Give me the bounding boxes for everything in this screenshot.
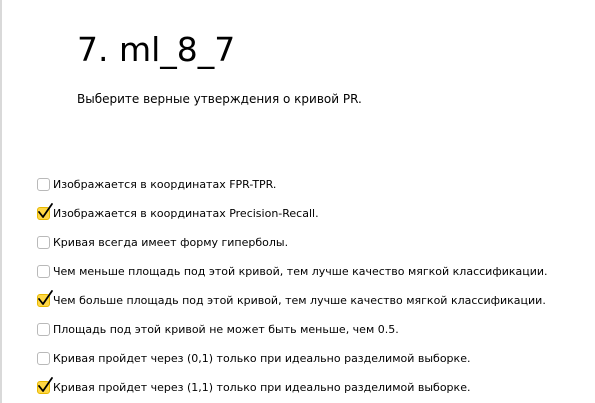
option-6-label: Площадь под этой кривой не может быть ме… — [53, 322, 399, 336]
option-8[interactable]: Кривая пройдет через (1,1) только при ид… — [37, 373, 548, 402]
checkmark-icon — [38, 290, 53, 305]
option-1-checkbox[interactable] — [37, 178, 50, 191]
option-6[interactable]: Площадь под этой кривой не может быть ме… — [37, 315, 548, 344]
option-4-label: Чем меньше площадь под этой кривой, тем … — [53, 264, 548, 278]
option-1-label: Изображается в координатах FPR-TPR. — [53, 177, 277, 191]
page-title: 7. ml_8_7 — [77, 30, 236, 70]
left-border — [0, 0, 2, 403]
option-7-label: Кривая пройдет через (0,1) только при ид… — [53, 351, 471, 365]
checkmark-icon — [38, 377, 53, 392]
option-3-label: Кривая всегда имеет форму гиперболы. — [53, 235, 289, 249]
answer-options: Изображается в координатах FPR-TPR. Изоб… — [37, 170, 548, 402]
option-2[interactable]: Изображается в координатах Precision-Rec… — [37, 199, 548, 228]
option-8-label: Кривая пройдет через (1,1) только при ид… — [53, 380, 471, 394]
option-3-checkbox[interactable] — [37, 236, 50, 249]
option-4[interactable]: Чем меньше площадь под этой кривой, тем … — [37, 257, 548, 286]
option-1[interactable]: Изображается в координатах FPR-TPR. — [37, 170, 548, 199]
checkmark-icon — [38, 203, 53, 218]
option-7-checkbox[interactable] — [37, 352, 50, 365]
option-2-label: Изображается в координатах Precision-Rec… — [53, 206, 319, 220]
question-text: Выберите верные утверждения о кривой PR. — [77, 92, 362, 106]
option-5[interactable]: Чем больше площадь под этой кривой, тем … — [37, 286, 548, 315]
option-3[interactable]: Кривая всегда имеет форму гиперболы. — [37, 228, 548, 257]
option-4-checkbox[interactable] — [37, 265, 50, 278]
option-8-checkbox[interactable] — [37, 377, 53, 394]
option-2-checkbox[interactable] — [37, 203, 53, 220]
option-5-checkbox[interactable] — [37, 290, 53, 307]
option-5-label: Чем больше площадь под этой кривой, тем … — [53, 293, 546, 307]
option-6-checkbox[interactable] — [37, 323, 50, 336]
option-7[interactable]: Кривая пройдет через (0,1) только при ид… — [37, 344, 548, 373]
